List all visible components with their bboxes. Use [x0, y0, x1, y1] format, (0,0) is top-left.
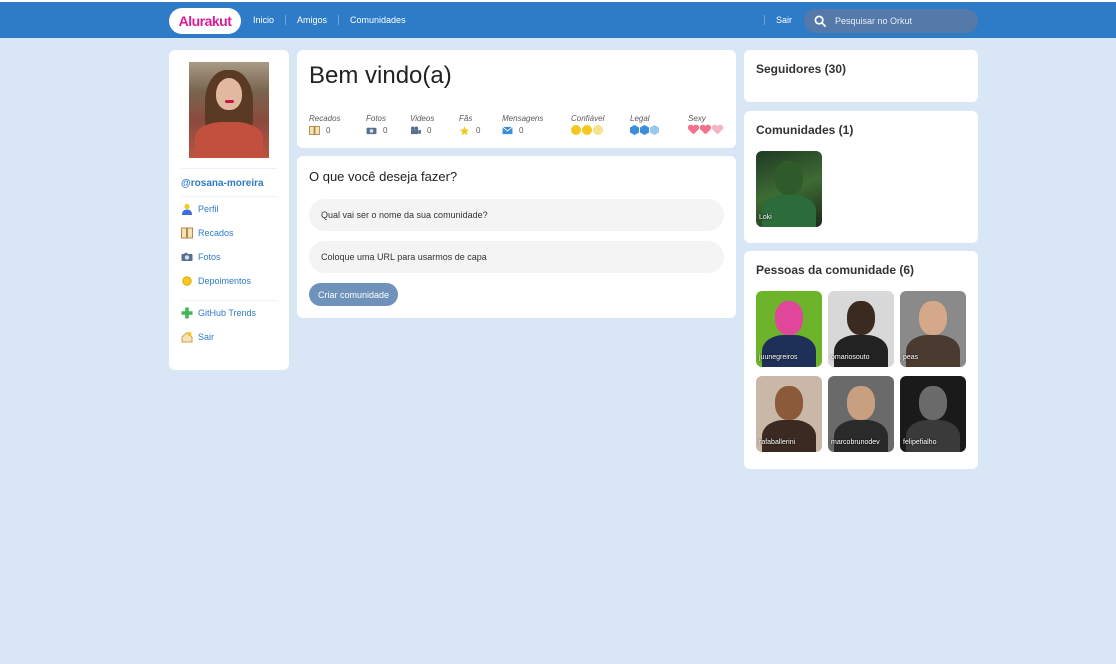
sidebar-item-label: Fotos [198, 252, 221, 262]
people-panel: Pessoas da comunidade (6) juunegreiros o… [744, 251, 978, 469]
top-bar: Alurakut Inicio Amigos Comunidades Sair [0, 0, 1116, 38]
plus-icon [181, 307, 193, 319]
cube-icon [650, 125, 659, 135]
sidebar-item-label: Sair [198, 332, 215, 342]
person-name: rafaballerini [759, 439, 796, 446]
person-tile[interactable]: rafaballerini [756, 376, 822, 452]
person-name: marcobrunodev [831, 439, 880, 446]
sidebar-item-label: GitHub Trends [198, 308, 257, 318]
community-url-input[interactable] [309, 241, 724, 273]
communities-title: Comunidades (1) [756, 123, 854, 137]
stat-mensagens: Mensagens 0 [502, 114, 544, 135]
person-tile[interactable]: felipefialho [900, 376, 966, 452]
page-title: Bem vindo(a) [309, 62, 452, 89]
community-name-input[interactable] [309, 199, 724, 231]
nav-inicio[interactable]: Inicio [242, 15, 285, 25]
cube-icon [630, 125, 639, 135]
people-title: Pessoas da comunidade (6) [756, 263, 915, 277]
book-icon [181, 227, 193, 239]
stat-recados: Recados 0 [309, 114, 341, 135]
followers-title: Seguidores (30) [756, 62, 847, 76]
rating-sexy: Sexy [688, 114, 728, 135]
person-tile[interactable]: peas [900, 291, 966, 367]
community-tile[interactable]: Loki [756, 151, 822, 227]
main-nav: Inicio Amigos Comunidades [242, 2, 417, 38]
community-name: Loki [759, 214, 772, 221]
nav-sair[interactable]: Sair [764, 15, 803, 25]
person-name: felipefialho [903, 439, 937, 446]
sidebar-item-fotos[interactable]: Fotos [181, 245, 277, 269]
person-name: peas [903, 354, 919, 361]
person-name: juunegreiros [759, 354, 798, 361]
user-icon [181, 203, 193, 215]
stat-videos: Videos 0 [410, 114, 435, 135]
rating-legal: Legal [630, 114, 688, 135]
create-community-button[interactable]: Criar comunidade [309, 283, 399, 306]
profile-sidebar: @rosana-moreira Perfil Recados Fotos Dep… [169, 50, 289, 370]
logout-nav: Sair [764, 2, 803, 38]
nav-comunidades[interactable]: Comunidades [338, 15, 417, 25]
logout-icon [181, 331, 193, 343]
book-icon [309, 125, 320, 135]
search-bar[interactable] [804, 9, 978, 33]
sidebar-item-label: Recados [198, 228, 234, 238]
rating-confiavel: Confiável [571, 114, 630, 135]
form-title: O que você deseja fazer? [309, 169, 458, 184]
camera-icon [181, 251, 193, 263]
profile-stats: Recados 0 Fotos 0 Videos 0 Fãs 0 Mensage… [309, 114, 728, 135]
communities-panel: Comunidades (1) Loki [744, 111, 978, 243]
person-tile[interactable]: juunegreiros [756, 291, 822, 367]
sidebar-item-label: Depoimentos [198, 276, 252, 286]
heart-icon [688, 125, 699, 135]
smile-icon [582, 125, 592, 135]
person-name: omariosouto [831, 354, 870, 361]
create-community-panel: O que você deseja fazer? Criar comunidad… [297, 156, 736, 318]
search-icon [814, 15, 827, 27]
followers-panel: Seguidores (30) [744, 50, 978, 102]
nav-amigos[interactable]: Amigos [285, 15, 338, 25]
video-camera-icon [410, 125, 421, 135]
sidebar-item-sair[interactable]: Sair [181, 325, 277, 349]
smile-icon [571, 125, 581, 135]
envelope-icon [502, 126, 513, 135]
sidebar-item-depoimentos[interactable]: Depoimentos [181, 269, 277, 293]
stat-fas: Fãs 0 [459, 114, 481, 135]
person-tile[interactable]: marcobrunodev [828, 376, 894, 452]
person-tile[interactable]: omariosouto [828, 291, 894, 367]
avatar[interactable] [189, 62, 269, 158]
star-icon [459, 125, 470, 135]
sidebar-item-github-trends[interactable]: GitHub Trends [181, 301, 277, 325]
stat-fotos: Fotos 0 [366, 114, 388, 135]
sidebar-item-perfil[interactable]: Perfil [181, 197, 277, 221]
welcome-panel: Bem vindo(a) Recados 0 Fotos 0 Videos 0 … [297, 50, 736, 148]
heart-icon [700, 125, 711, 135]
heart-icon [712, 125, 723, 135]
sun-icon [181, 275, 193, 287]
sidebar-item-label: Perfil [198, 204, 219, 214]
sidebar-item-recados[interactable]: Recados [181, 221, 277, 245]
camera-icon [366, 126, 377, 135]
profile-username-link[interactable]: @rosana-moreira [181, 178, 277, 189]
search-input[interactable] [835, 16, 965, 26]
smile-icon [593, 125, 603, 135]
cube-icon [640, 125, 649, 135]
alurakut-logo[interactable]: Alurakut [169, 8, 241, 34]
